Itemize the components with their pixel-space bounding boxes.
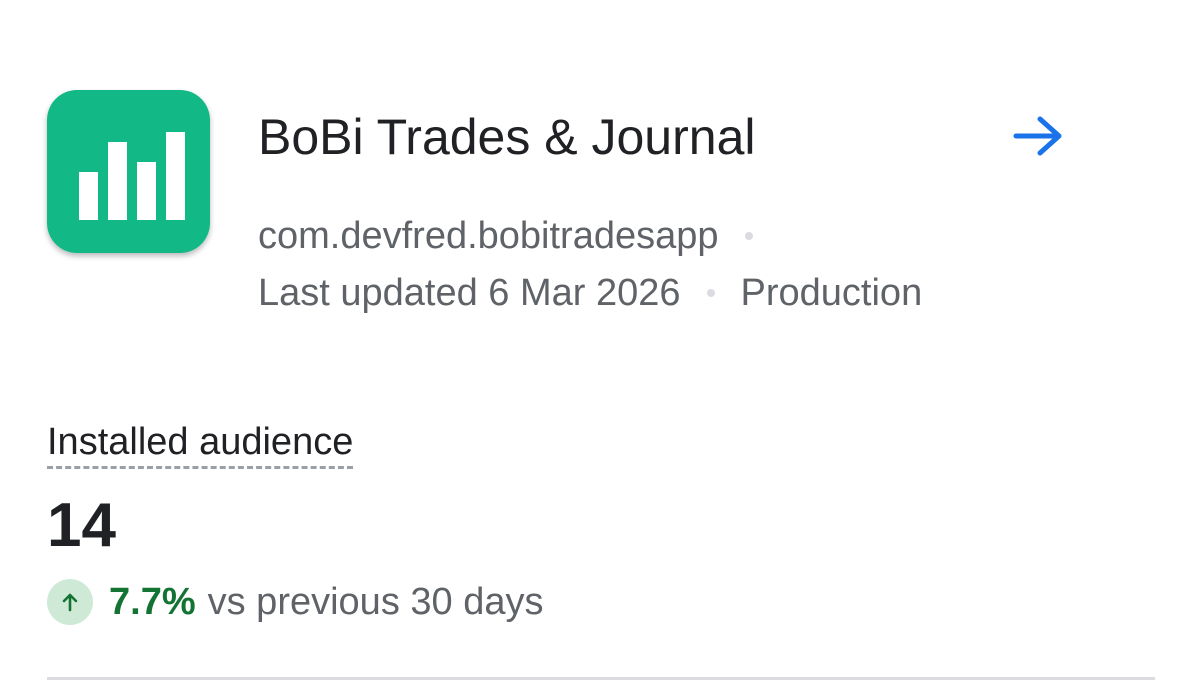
last-updated: Last updated 6 Mar 2026 (258, 272, 681, 314)
bar-chart-icon (47, 90, 210, 253)
app-summary-card: BoBi Trades & Journal com.devfred.bobitr… (0, 0, 1200, 682)
app-icon (47, 90, 210, 253)
divider (47, 677, 1155, 680)
installed-audience-value: 14 (47, 491, 116, 560)
trend-comparison: vs previous 30 days (207, 580, 544, 623)
trend-badge (47, 579, 93, 625)
arrow-up-icon (62, 593, 78, 612)
app-title[interactable]: BoBi Trades & Journal (258, 108, 756, 166)
installed-audience-label[interactable]: Installed audience (47, 420, 354, 469)
trend-percent: 7.7% (109, 580, 196, 623)
trend-row: 7.7% vs previous 30 days (47, 578, 543, 626)
arrow-right-icon (1013, 116, 1062, 156)
separator-dot (744, 231, 753, 240)
package-name: com.devfred.bobitradesapp (258, 215, 719, 257)
release-track: Production (740, 272, 923, 314)
open-app-button[interactable] (1008, 110, 1070, 162)
status-line: Last updated 6 Mar 2026 Production (258, 271, 922, 315)
package-line: com.devfred.bobitradesapp (258, 214, 779, 258)
separator-dot (706, 288, 715, 297)
